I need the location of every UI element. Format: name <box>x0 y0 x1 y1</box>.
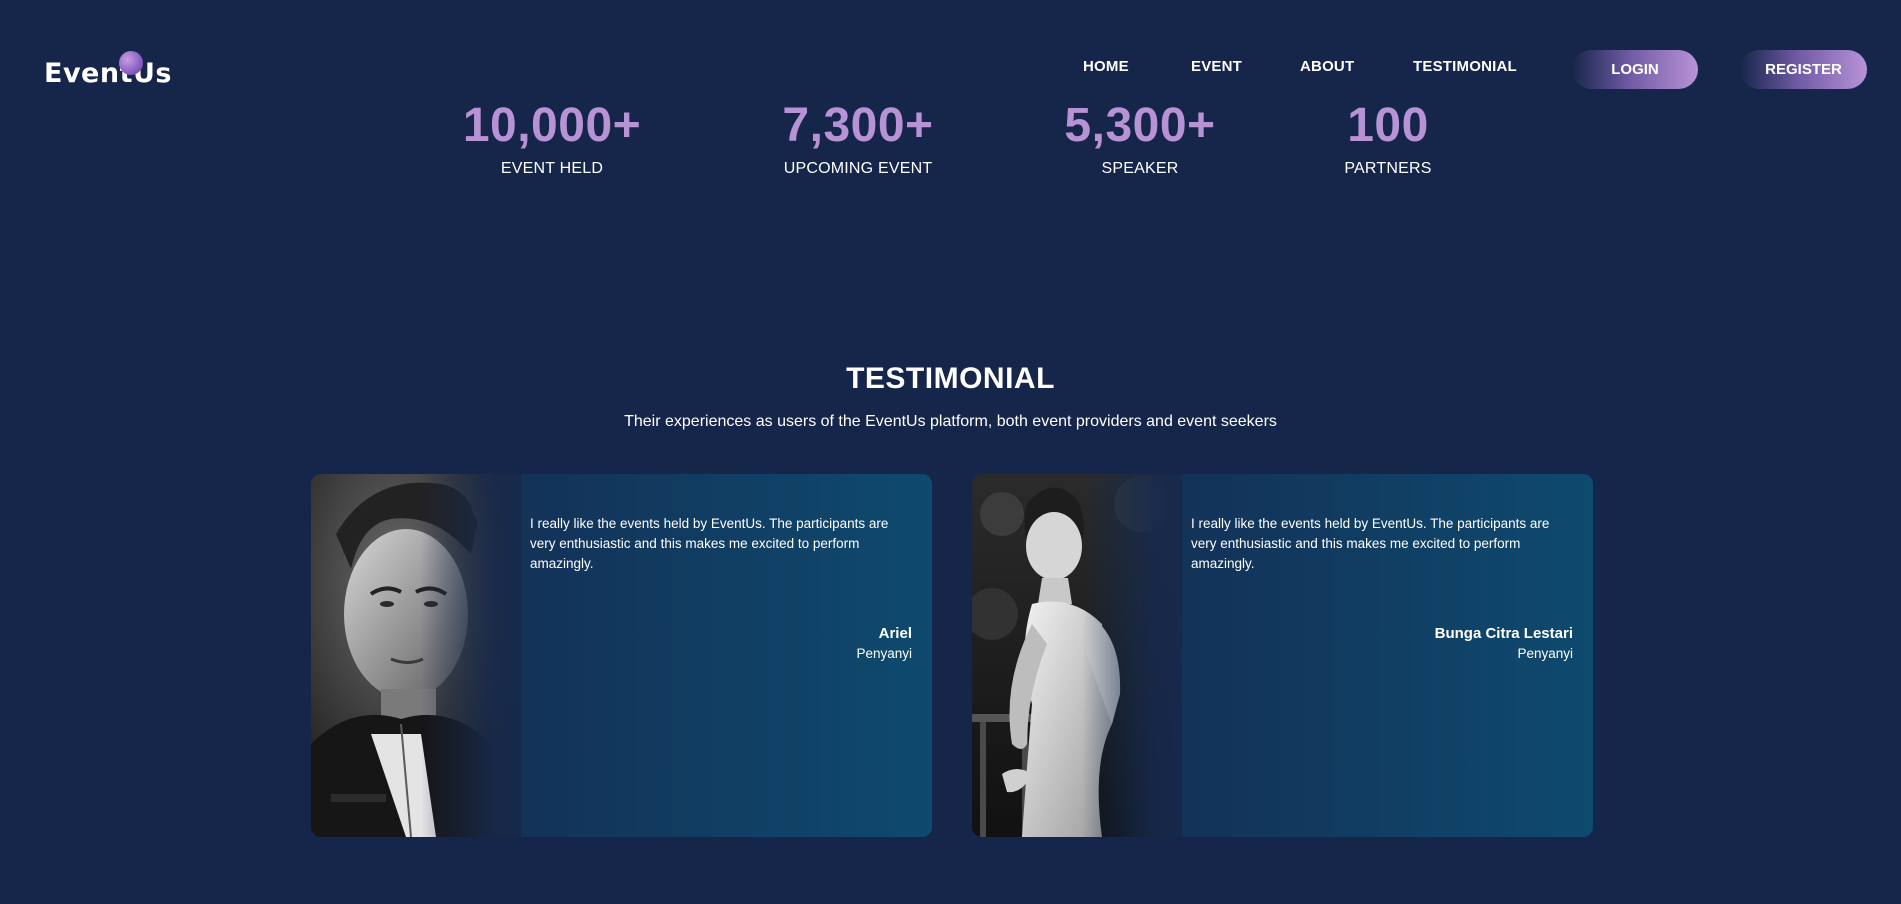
photo-fade <box>421 474 521 837</box>
stat-value: 100 <box>1347 99 1429 152</box>
stat-partners: 100 PARTNERS <box>1298 96 1478 178</box>
testimonial-subtitle: Their experiences as users of the EventU… <box>624 413 1277 430</box>
stat-speaker: 5,300+ SPEAKER <box>1050 96 1230 178</box>
stat-value: 10,000+ <box>462 99 642 152</box>
testimonial-quote: I really like the events held by EventUs… <box>530 516 889 571</box>
nav-home[interactable]: HOME <box>1083 58 1129 82</box>
testimonial-card: I really like the events held by EventUs… <box>972 474 1593 837</box>
stat-value: 5,300+ <box>1064 99 1216 152</box>
author-role: Penyanyi <box>856 646 912 661</box>
testimonial-photo <box>311 474 521 837</box>
testimonial-author: Bunga Citra Lestari Penyanyi <box>1435 625 1573 661</box>
author-name: Ariel <box>878 625 912 642</box>
stat-label: UPCOMING EVENT <box>783 160 933 177</box>
testimonial-photo <box>972 474 1182 837</box>
stat-label: SPEAKER <box>1101 160 1179 177</box>
stat-event-held: 10,000+ EVENT HELD <box>462 96 642 178</box>
author-name: Bunga Citra Lestari <box>1434 625 1573 642</box>
stat-label: EVENT HELD <box>500 160 604 177</box>
stat-label: PARTNERS <box>1344 160 1432 177</box>
logo-dot-icon <box>119 51 143 75</box>
testimonial-title: TESTIMONIAL <box>846 362 1055 395</box>
testimonial-author: Ariel Penyanyi <box>856 625 912 661</box>
register-button[interactable]: REGISTER <box>1740 50 1867 89</box>
nav-about[interactable]: ABOUT <box>1300 58 1354 82</box>
nav-testimonial[interactable]: TESTIMONIAL <box>1413 58 1517 82</box>
login-button[interactable]: LOGIN <box>1572 50 1698 89</box>
logo[interactable]: EventUs <box>44 58 172 89</box>
testimonial-quote: I really like the events held by EventUs… <box>1191 516 1550 571</box>
photo-fade <box>1082 474 1182 837</box>
stat-upcoming-event: 7,300+ UPCOMING EVENT <box>768 96 948 178</box>
page: EventUs HOME EVENT ABOUT TESTIMONIAL LOG… <box>0 0 1901 904</box>
stat-value: 7,300+ <box>782 99 934 152</box>
nav-event[interactable]: EVENT <box>1191 58 1242 82</box>
testimonial-card: I really like the events held by EventUs… <box>311 474 932 837</box>
author-role: Penyanyi <box>1517 646 1573 661</box>
